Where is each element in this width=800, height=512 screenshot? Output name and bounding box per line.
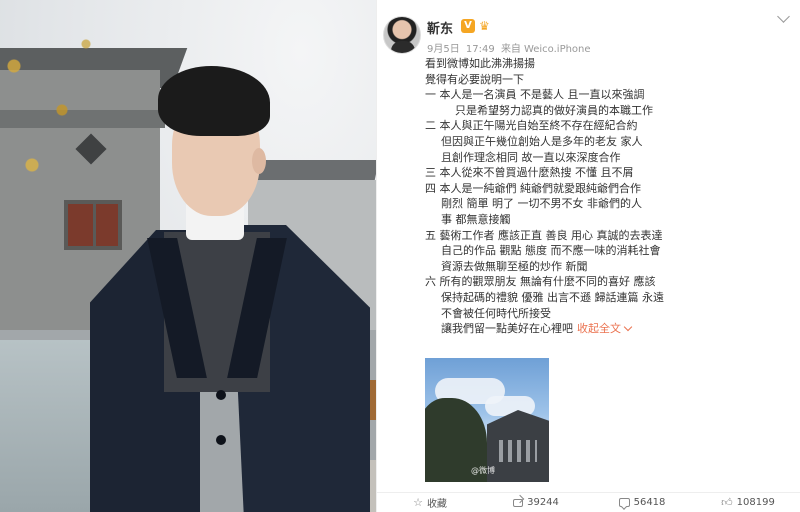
post-line: 但因與正午幾位創始人是多年的老友 家人 [441, 134, 643, 148]
favorite-label: 收藏 [426, 499, 447, 510]
post-line: 不會被任何時代所接受 [441, 306, 551, 320]
post-line: 六 所有的觀眾朋友 無論有什麼不同的喜好 應該 [425, 275, 656, 289]
post-line: 只是希望努力認真的做好演員的本職工作 [455, 103, 653, 117]
post-line: 資源去做無聊至極的炒作 新聞 [441, 259, 588, 273]
chevron-down-icon[interactable] [776, 12, 792, 26]
post-line: 保持起碼的禮貌 優雅 出言不遜 歸話連篇 永遠 [441, 290, 664, 304]
vip-crown-icon: ♛ [479, 19, 490, 33]
collapse-text-link[interactable]: 收起全文 [577, 322, 633, 336]
avatar[interactable] [383, 16, 421, 54]
post-image[interactable]: @微博 [425, 358, 549, 482]
collapse-label: 收起全文 [577, 322, 621, 336]
image-watermark: @微博 [471, 466, 495, 475]
person-button [216, 390, 226, 400]
post-line: 五 藝術工作者 應該正直 善良 用心 真誠的去表達 [425, 228, 663, 242]
post-line: 剛烈 簡單 明了 一切不男不女 非爺們的人 [441, 197, 642, 211]
like-button[interactable]: 👍︎ 108199 [695, 493, 800, 512]
post-line: 且創作理念相同 故一直以來深度合作 [441, 150, 621, 164]
username[interactable]: 靳东 [427, 18, 453, 37]
action-bar: ☆ 收藏 39244 56418 👍︎ 108199 [377, 492, 800, 512]
comment-icon [618, 498, 630, 507]
like-count: 108199 [736, 497, 775, 508]
favorite-button[interactable]: ☆ 收藏 [377, 493, 483, 512]
post-time: 17:49 [465, 44, 495, 55]
person-hair [158, 66, 270, 136]
comment-count: 56418 [633, 497, 666, 508]
post-line: 看到微博如此沸沸揚揚 [425, 57, 535, 70]
post-line: 三 本人從來不曾買過什麼熱搜 不懂 且不屑 [425, 166, 634, 180]
image-cloud [485, 396, 535, 416]
repost-button[interactable]: 39244 [483, 493, 589, 512]
post-line-text: 讓我們留一點美好在心裡吧 [441, 322, 573, 336]
post-meta: 9月5日 17:49 来自 Weico.iPhone [427, 40, 594, 55]
image-building [487, 410, 549, 482]
post-line: 讓我們留一點美好在心裡吧 收起全文 [425, 321, 795, 337]
thumbs-up-icon: 👍︎ [721, 496, 733, 509]
post-line: 一 本人是一名演員 不是藝人 且一直以來強調 [425, 88, 645, 102]
share-icon [513, 498, 524, 507]
star-icon: ☆ [413, 496, 423, 509]
post-line: 二 本人與正午陽光自始至終不存在經紀合約 [425, 119, 638, 133]
post-source[interactable]: Weico.iPhone [524, 44, 591, 55]
post-line: 四 本人是一純爺們 純爺們就愛跟純爺們合作 [425, 181, 641, 195]
profile-photo [0, 0, 376, 512]
source-prefix: 来自 [500, 44, 521, 55]
post-date: 9月5日 [427, 44, 460, 55]
repost-count: 39244 [527, 497, 559, 508]
post-text: 看到微博如此沸沸揚揚 覺得有必要說明一下 一 本人是一名演員 不是藝人 且一直以… [425, 56, 795, 337]
person-button [216, 435, 226, 445]
post-line: 自己的作品 觀點 態度 而不應一味的消耗社會 [441, 244, 661, 258]
photo-person [80, 60, 376, 512]
post-line: 事 都無意接觸 [441, 212, 511, 226]
person-ear [252, 148, 266, 174]
post-line: 覺得有必要說明一下 [425, 72, 524, 86]
weibo-post: 靳东 V ♛ 9月5日 17:49 来自 Weico.iPhone 看到微博如此沸… [376, 0, 800, 512]
comment-button[interactable]: 56418 [589, 493, 695, 512]
verified-badge-icon: V [461, 19, 475, 33]
chevron-up-icon [623, 322, 633, 332]
